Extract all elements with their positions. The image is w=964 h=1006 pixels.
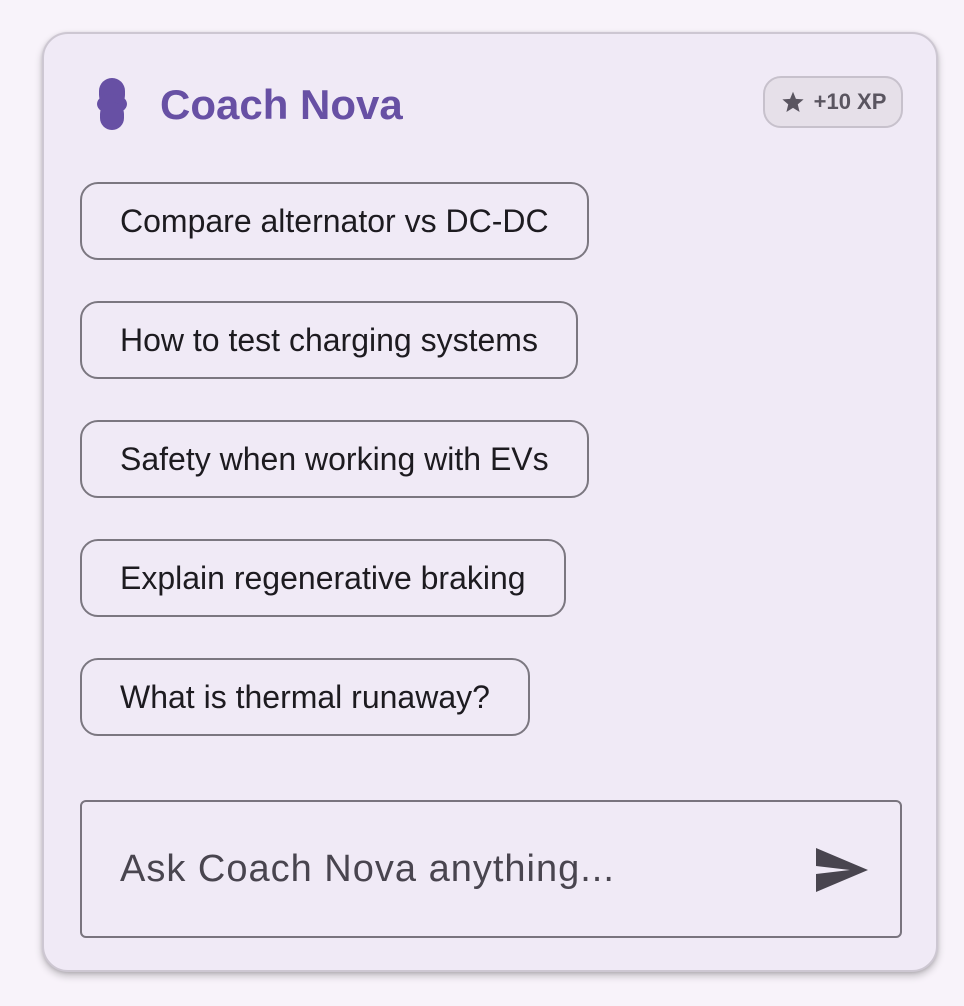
coach-avatar-icon xyxy=(96,78,128,130)
star-icon xyxy=(780,89,806,115)
suggestion-chip-label: Explain regenerative braking xyxy=(120,559,526,596)
suggestion-chip-compare-alternator[interactable]: Compare alternator vs DC-DC xyxy=(80,182,589,260)
suggestion-chip-label: What is thermal runaway? xyxy=(120,678,490,715)
send-icon xyxy=(814,846,870,894)
suggestion-chip-thermal-runaway[interactable]: What is thermal runaway? xyxy=(80,658,530,736)
send-button[interactable] xyxy=(812,842,872,898)
suggestion-chip-label: How to test charging systems xyxy=(120,321,538,358)
coach-title: Coach Nova xyxy=(160,81,403,128)
suggestion-chip-label: Safety when working with EVs xyxy=(120,440,549,477)
coach-nova-card: Coach Nova +10 XP Compare alternator vs … xyxy=(42,32,938,972)
suggestion-chip-test-charging[interactable]: How to test charging systems xyxy=(80,301,578,379)
xp-badge: +10 XP xyxy=(763,76,903,128)
suggestion-chip-ev-safety[interactable]: Safety when working with EVs xyxy=(80,420,589,498)
card-header: Coach Nova +10 XP xyxy=(44,34,936,174)
suggestion-chip-regenerative-braking[interactable]: Explain regenerative braking xyxy=(80,539,566,617)
ask-input[interactable] xyxy=(82,802,782,936)
ask-input-container xyxy=(80,800,902,938)
xp-label: +10 XP xyxy=(813,89,887,114)
suggestion-chip-label: Compare alternator vs DC-DC xyxy=(120,202,549,239)
